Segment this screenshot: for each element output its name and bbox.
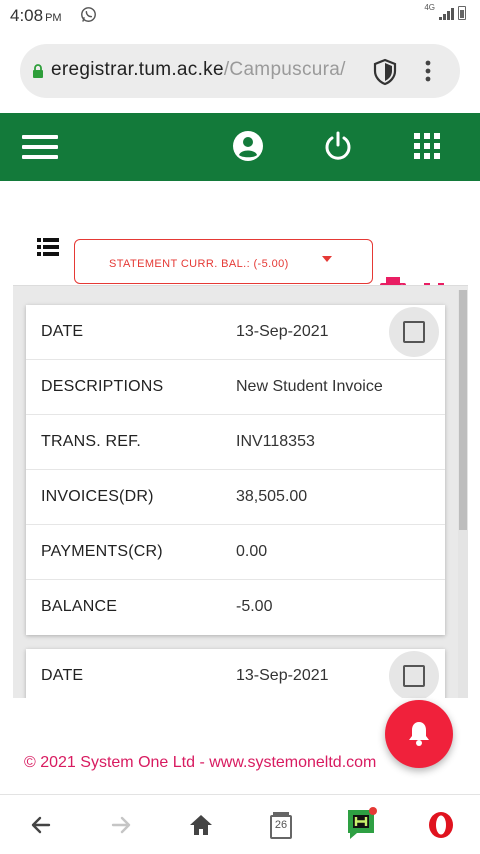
hype-icon[interactable] (345, 807, 377, 841)
notifications-button[interactable] (385, 700, 453, 768)
row-value: 38,505.00 (236, 488, 308, 505)
whatsapp-icon (81, 7, 96, 22)
row-label: DATE (41, 667, 84, 684)
apps-icon[interactable] (414, 133, 440, 159)
row-label: PAYMENTS(CR) (41, 543, 163, 560)
more-menu-icon[interactable] (420, 59, 436, 83)
checkbox-box[interactable] (403, 665, 425, 687)
statement-label: STATEMENT CURR. BAL.: (-5.00) (109, 258, 289, 270)
statement-dropdown[interactable]: STATEMENT CURR. BAL.: (-5.00) (74, 239, 373, 284)
row-value: 13-Sep-2021 (236, 667, 329, 684)
opera-icon[interactable] (427, 811, 455, 839)
status-indicators: 4G (424, 3, 466, 20)
shield-icon[interactable] (372, 58, 398, 86)
table-row: DATE 13-Sep-2021 (26, 649, 445, 698)
power-icon[interactable] (322, 130, 354, 162)
transaction-card: DATE 13-Sep-2021 DESCRIPTIONS New Studen… (26, 305, 445, 635)
address-bar[interactable]: eregistrar.tum.ac.ke/Campuscura/ (20, 44, 460, 98)
table-row: PAYMENTS(CR) 0.00 (26, 525, 445, 580)
lock-icon (33, 64, 43, 78)
table-row: TRANS. REF. INV118353 (26, 415, 445, 470)
status-bar: 4:08 PM 4G (0, 0, 480, 32)
row-label: INVOICES(DR) (41, 488, 154, 505)
signal-icon (439, 8, 454, 20)
tabs-button[interactable]: 26 (267, 811, 295, 839)
url-host: eregistrar.tum.ac.ke (51, 59, 224, 80)
statement-table: DATE 13-Sep-2021 DESCRIPTIONS New Studen… (13, 285, 468, 698)
table-row: INVOICES(DR) 38,505.00 (26, 470, 445, 525)
status-ampm: PM (45, 12, 62, 24)
user-icon[interactable] (232, 130, 264, 162)
status-time-value: 4:08 (10, 6, 44, 25)
tabs-count: 26 (274, 819, 288, 831)
app-header (0, 113, 480, 181)
bell-icon (409, 722, 429, 746)
scrollbar[interactable] (458, 290, 468, 698)
status-time: 4:08 PM (10, 6, 62, 26)
footer-copyright[interactable]: © 2021 System One Ltd - www.systemoneltd… (24, 754, 376, 772)
row-value: 13-Sep-2021 (236, 323, 329, 340)
row-value: -5.00 (236, 598, 273, 615)
checkbox-box[interactable] (403, 321, 425, 343)
forward-arrow-icon[interactable] (107, 811, 135, 839)
table-row: DESCRIPTIONS New Student Invoice (26, 360, 445, 415)
menu-icon[interactable] (22, 133, 58, 161)
battery-icon (458, 6, 466, 20)
list-icon[interactable] (37, 238, 59, 256)
row-label: TRANS. REF. (41, 433, 141, 450)
transaction-card: DATE 13-Sep-2021 (26, 649, 445, 698)
chevron-down-icon (322, 256, 332, 262)
url-text[interactable]: eregistrar.tum.ac.ke/Campuscura/ (51, 59, 376, 81)
network-label: 4G (424, 3, 435, 12)
row-label: DATE (41, 323, 84, 340)
row-label: DESCRIPTIONS (41, 378, 164, 395)
scrollbar-thumb[interactable] (459, 290, 467, 530)
row-value: 0.00 (236, 543, 268, 560)
select-checkbox[interactable] (389, 651, 439, 698)
table-row: BALANCE -5.00 (26, 580, 445, 635)
back-arrow-icon[interactable] (27, 811, 55, 839)
browser-bottom-nav: 26 (0, 794, 480, 854)
url-path: /Campuscura/ (223, 59, 346, 80)
home-icon[interactable] (187, 811, 215, 839)
row-value: INV118353 (236, 433, 315, 450)
table-row: DATE 13-Sep-2021 (26, 305, 445, 360)
select-checkbox[interactable] (389, 307, 439, 357)
row-value: New Student Invoice (236, 378, 383, 395)
row-label: BALANCE (41, 598, 118, 615)
